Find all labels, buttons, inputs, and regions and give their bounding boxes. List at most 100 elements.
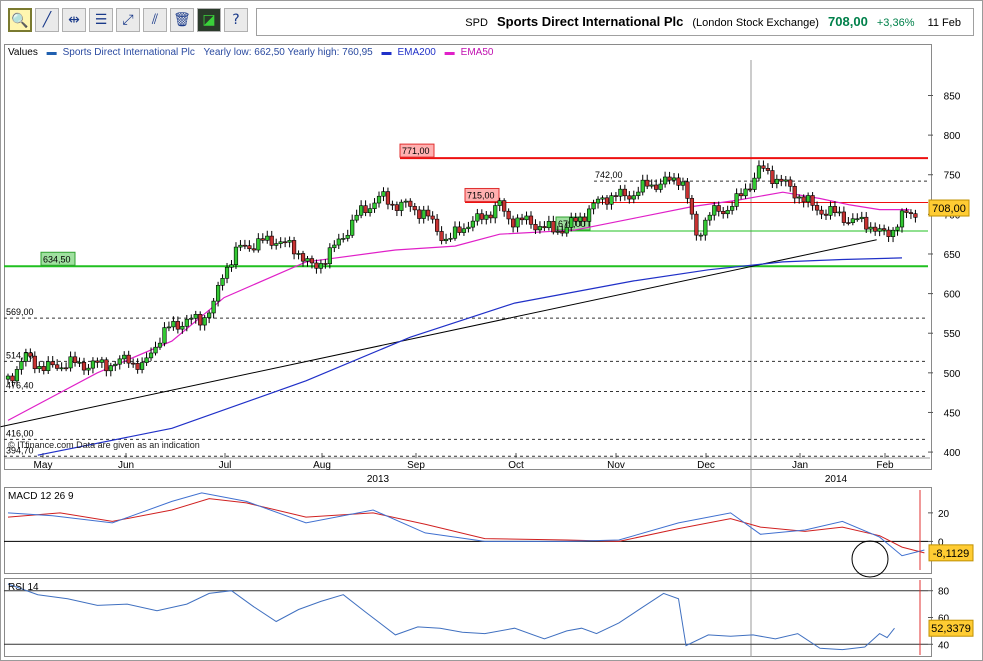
candle-body (797, 196, 802, 199)
candle-body (783, 179, 788, 182)
candle-body (823, 213, 829, 216)
candle-body (215, 285, 221, 302)
candle-body (899, 210, 905, 228)
candle-body (689, 198, 695, 215)
candle-body (417, 209, 422, 219)
candle-body (336, 238, 341, 246)
candle-body (224, 266, 230, 279)
candle-body (814, 205, 820, 211)
candle-body (10, 375, 15, 382)
candle-body (873, 226, 878, 232)
candle-body (725, 210, 730, 215)
candle-body (806, 195, 811, 203)
month-label: Dec (697, 460, 715, 471)
month-label: Oct (508, 460, 524, 471)
candle-body (506, 210, 511, 220)
year-label-2014: 2014 (825, 474, 848, 485)
candle-body (560, 231, 565, 234)
candle-body (582, 216, 587, 222)
candle-body (600, 197, 605, 200)
candle-body (86, 367, 91, 371)
candle-body (604, 197, 610, 205)
candle-body (475, 213, 480, 222)
candle-body (765, 168, 770, 171)
price-y-tick-label: 650 (944, 250, 961, 261)
level-label: 771,00 (402, 146, 430, 156)
candle-body (140, 362, 145, 370)
candle-body (850, 218, 855, 224)
candle-body (586, 208, 592, 222)
candle-body (242, 244, 248, 247)
candle-body (622, 188, 627, 197)
candle-body (703, 219, 708, 236)
candle-body (220, 277, 225, 286)
candle-body (166, 326, 172, 329)
candle-body (367, 208, 373, 214)
month-label: Jan (792, 460, 808, 471)
candle-body (184, 318, 189, 327)
candle-body (435, 218, 440, 232)
candle-body (390, 203, 395, 206)
candle-body (573, 217, 578, 222)
candle-body (59, 367, 64, 370)
candle-body (207, 312, 212, 318)
candle-body (144, 357, 149, 363)
candle-body (81, 362, 87, 371)
month-label: May (34, 460, 53, 471)
candle-body (122, 354, 127, 360)
candle-body (654, 184, 659, 190)
candle-body (841, 211, 846, 223)
candle-body (403, 200, 408, 203)
candle-body (394, 204, 399, 211)
macd-line (7, 492, 925, 557)
candle-body (457, 226, 462, 233)
current-price-label: 708,00 (932, 203, 966, 215)
candle-body (260, 238, 265, 241)
candle-body (904, 210, 909, 213)
candle-body (274, 243, 279, 246)
candle-body (309, 258, 315, 264)
candle-body (23, 352, 28, 362)
candle-body (511, 218, 516, 228)
candle-body (412, 206, 417, 211)
candle-body (251, 248, 256, 251)
rsi-y-tick-label: 40 (938, 640, 950, 651)
rsi-line (7, 583, 895, 651)
candle-body (792, 185, 797, 199)
candle-body (810, 195, 815, 206)
candle-body (546, 221, 551, 229)
rsi-label: RSI 14 (8, 582, 39, 593)
candle-body (354, 214, 359, 221)
candle-body (676, 177, 681, 186)
candle-body (55, 364, 60, 369)
candle-body (104, 359, 109, 372)
candle-body (886, 229, 891, 237)
candle-body (819, 209, 824, 215)
macd-y-tick-label: 20 (938, 509, 950, 520)
month-label: Feb (876, 460, 894, 471)
candle-body (470, 220, 475, 228)
candle-body (452, 226, 458, 239)
candle-body (90, 360, 96, 369)
candle-body (318, 263, 324, 269)
candle-body (14, 369, 20, 382)
candle-body (233, 246, 239, 265)
candle-body (484, 214, 489, 220)
candle-body (716, 205, 721, 212)
candle-body (645, 179, 650, 187)
candle-body (189, 317, 194, 320)
watermark-text: © ITfinance.com Data are given as an ind… (8, 440, 200, 450)
candle-body (291, 240, 297, 255)
candle-body (265, 235, 270, 241)
candle-body (551, 221, 556, 233)
candle-body (278, 241, 283, 244)
candle-body (117, 358, 122, 365)
level-label: 476,40 (6, 381, 34, 391)
candle-body (859, 216, 864, 220)
candle-body (640, 179, 645, 193)
candle-body (761, 165, 766, 169)
candle-body (609, 195, 614, 205)
candle-body (524, 215, 529, 221)
level-label: 416,00 (6, 428, 34, 438)
candle-body (461, 228, 467, 233)
